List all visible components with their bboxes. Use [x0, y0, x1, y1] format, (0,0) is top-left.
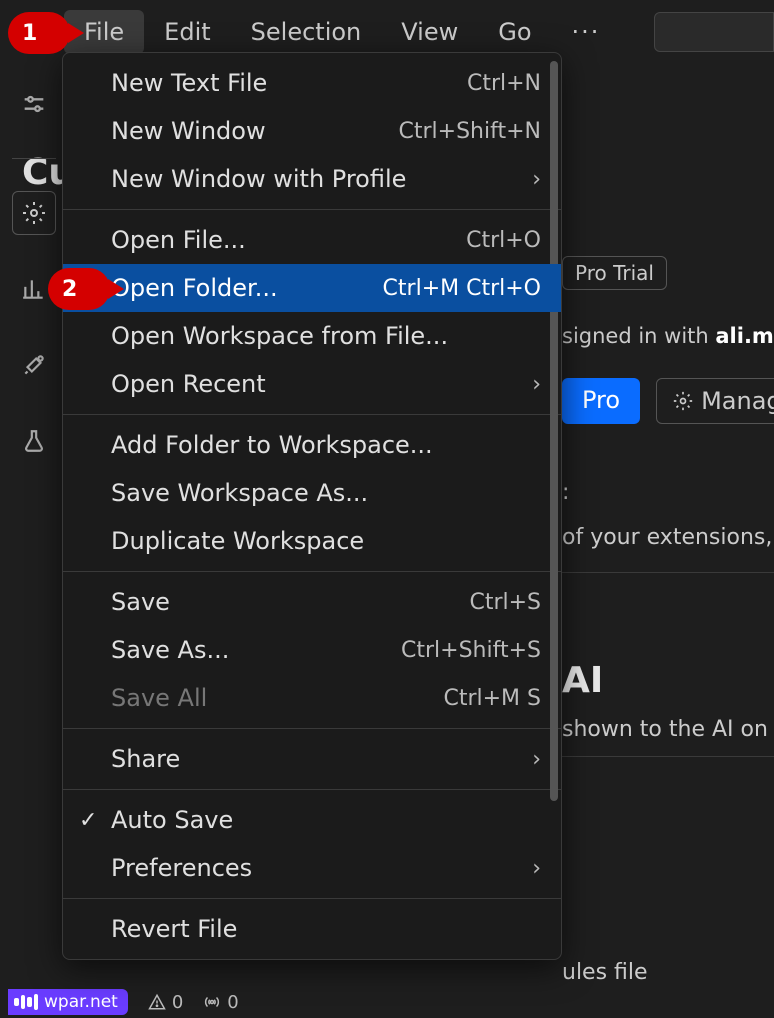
menu-duplicate-workspace[interactable]: Duplicate Workspace [63, 517, 561, 565]
rules-file-text-partial: ules file [562, 960, 774, 985]
right-panel-partial: Pro Trial signed in with ali.mls.1 Pro M… [562, 256, 774, 985]
radio-tower-icon [203, 993, 221, 1011]
manage-button[interactable]: Manage [656, 378, 774, 424]
status-bar: wpar.net 0 0 [0, 986, 774, 1018]
menu-view[interactable]: View [381, 10, 478, 54]
menu-open-workspace-file[interactable]: Open Workspace from File... [63, 312, 561, 360]
menu-new-text-file[interactable]: New Text File Ctrl+N [63, 59, 561, 107]
signed-in-text: signed in with ali.mls.1 [562, 324, 774, 348]
flask-icon[interactable] [12, 419, 56, 463]
menu-overflow[interactable]: ··· [552, 10, 621, 54]
menu-separator [63, 571, 561, 572]
menu-open-recent[interactable]: Open Recent › [63, 360, 561, 408]
menu-save-workspace-as[interactable]: Save Workspace As... [63, 469, 561, 517]
chevron-right-icon: › [532, 856, 541, 881]
file-menu-dropdown: New Text File Ctrl+N New Window Ctrl+Shi… [62, 52, 562, 960]
section-divider [562, 572, 774, 573]
menu-new-window-profile[interactable]: New Window with Profile › [63, 155, 561, 203]
warning-icon [148, 993, 166, 1011]
tools-icon[interactable] [12, 343, 56, 387]
menu-separator [63, 414, 561, 415]
status-problems[interactable]: 0 [148, 992, 183, 1013]
menu-save[interactable]: Save Ctrl+S [63, 578, 561, 626]
wpar-badge[interactable]: wpar.net [8, 989, 128, 1015]
menu-save-all: Save All Ctrl+M S [63, 674, 561, 722]
status-ports[interactable]: 0 [203, 992, 238, 1013]
settings-sliders-icon[interactable] [12, 82, 56, 126]
menu-edit[interactable]: Edit [144, 10, 230, 54]
menu-separator [63, 728, 561, 729]
check-icon: ✓ [79, 808, 97, 833]
callout-marker-1: 1 [8, 12, 70, 54]
chevron-right-icon: › [532, 747, 541, 772]
menu-save-as[interactable]: Save As... Ctrl+Shift+S [63, 626, 561, 674]
menu-separator [63, 209, 561, 210]
gear-icon[interactable] [12, 191, 56, 235]
menu-go[interactable]: Go [478, 10, 551, 54]
menu-revert-file[interactable]: Revert File [63, 905, 561, 953]
menu-preferences[interactable]: Preferences › [63, 844, 561, 892]
menu-add-folder-workspace[interactable]: Add Folder to Workspace... [63, 421, 561, 469]
menu-share[interactable]: Share › [63, 735, 561, 783]
pro-button[interactable]: Pro [562, 378, 640, 424]
section-divider [562, 756, 774, 757]
ext-line-1: : [562, 480, 774, 505]
chevron-right-icon: › [532, 167, 541, 192]
menu-new-window[interactable]: New Window Ctrl+Shift+N [63, 107, 561, 155]
chevron-right-icon: › [532, 372, 541, 397]
gear-icon [673, 391, 693, 411]
menu-open-file[interactable]: Open File... Ctrl+O [63, 216, 561, 264]
wpar-icon [14, 993, 38, 1011]
menu-auto-save[interactable]: ✓ Auto Save [63, 796, 561, 844]
pro-trial-badge: Pro Trial [562, 256, 667, 290]
menu-open-folder[interactable]: Open Folder... Ctrl+M Ctrl+O [63, 264, 561, 312]
menu-separator [63, 789, 561, 790]
callout-marker-2: 2 [48, 268, 110, 310]
settings-sidebar [0, 64, 68, 463]
command-center-search[interactable] [654, 12, 774, 52]
ai-subtext-partial: shown to the AI on all [562, 717, 774, 742]
ai-heading-partial: AI [562, 660, 774, 701]
ext-line-2: of your extensions, setti [562, 525, 774, 550]
menu-selection[interactable]: Selection [231, 10, 382, 54]
menu-separator [63, 898, 561, 899]
